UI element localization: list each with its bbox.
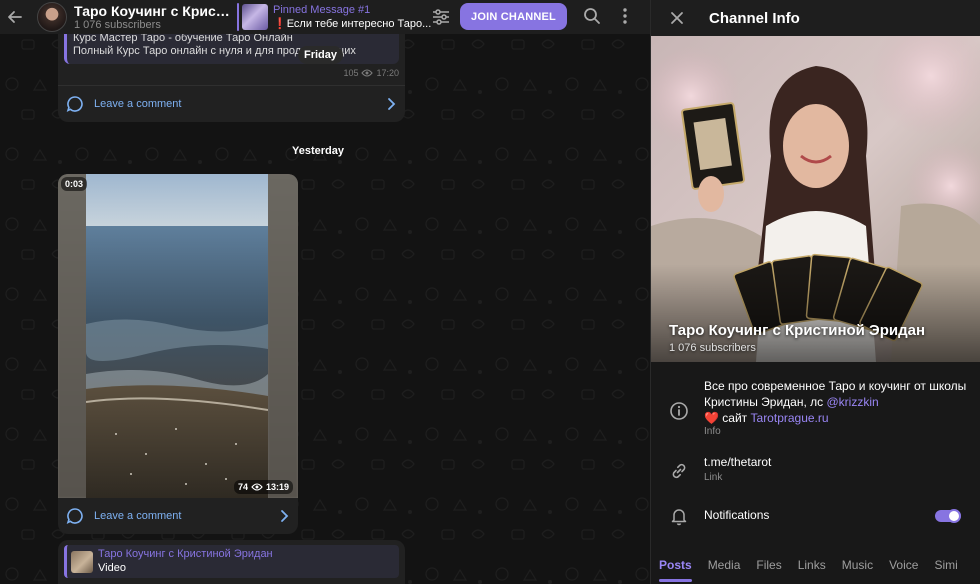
channel-info-panel: Channel Info Таро Коучинг с Кристиной Эр…	[650, 0, 980, 584]
channel-photo[interactable]: Таро Коучинг с Кристиной Эридан 1 076 su…	[651, 36, 980, 362]
leave-comment-button[interactable]: Leave a comment	[58, 498, 298, 534]
about-handle-link[interactable]: @krizzkin	[826, 395, 878, 409]
video-player[interactable]: 0:03 74 13:19	[58, 174, 298, 498]
video-meta: 74 13:19	[234, 480, 294, 494]
tab-similar[interactable]: Simi	[926, 545, 965, 584]
about-label: Info	[704, 426, 721, 437]
join-channel-button[interactable]: JOIN CHANNEL	[460, 3, 567, 30]
date-separator: Yesterday	[292, 145, 344, 157]
about-row[interactable]: Все про современное Таро и коучинг от шк…	[651, 370, 980, 440]
forwarded-quote[interactable]: Таро Коучинг с Кристиной Эридан Video	[64, 545, 399, 578]
channel-avatar[interactable]	[37, 2, 67, 32]
message-meta: 105 17:20	[343, 68, 399, 78]
message-time: 17:20	[376, 68, 399, 78]
media-tabs: Posts Media Files Links Music Voice Simi	[651, 545, 980, 584]
eye-icon	[361, 69, 374, 77]
link-preview[interactable]: Курс Мастер Таро - обучение Таро Онлайн …	[64, 30, 399, 64]
pinned-indicator	[237, 3, 239, 31]
comment-icon	[66, 508, 83, 525]
floating-date-chip: Friday	[298, 46, 344, 64]
about-text: Все про современное Таро и коучинг от шк…	[704, 378, 972, 426]
channel-name: Таро Коучинг с Кристиной Эридан	[669, 322, 926, 339]
tab-voice[interactable]: Voice	[881, 545, 926, 584]
notifications-toggle[interactable]	[935, 509, 961, 523]
link-preview-description: Полный Курс Таро онлайн с нуля и для про…	[73, 45, 356, 57]
chat-area: Таро Коучинг с Кристи... 1 076 subscribe…	[0, 0, 650, 584]
channel-link: t.me/thetarot	[704, 455, 772, 469]
chevron-right-icon	[388, 98, 396, 110]
filter-icon[interactable]	[430, 6, 452, 28]
message-bubble[interactable]: Курс Мастер Таро - обучение Таро Онлайн …	[58, 30, 405, 122]
toggle-knob	[947, 509, 961, 523]
tab-posts[interactable]: Posts	[651, 545, 700, 584]
video-blur-left	[58, 174, 88, 498]
tab-media[interactable]: Media	[700, 545, 749, 584]
exclamation-icon: ❗	[273, 17, 287, 30]
comment-icon	[66, 96, 83, 113]
about-site-link[interactable]: Tarotprague.ru	[751, 411, 829, 425]
quote-thumbnail	[71, 550, 93, 573]
pinned-message[interactable]: Pinned Message #1 ❗Если тебе интересно Т…	[237, 2, 437, 32]
video-message[interactable]: 0:03 74 13:19 Leave a comment	[58, 174, 298, 534]
message-time: 13:19	[266, 482, 290, 492]
bell-icon	[671, 509, 687, 526]
channel-title-block[interactable]: Таро Коучинг с Кристи... 1 076 subscribe…	[74, 3, 234, 32]
view-count: 105	[343, 68, 359, 78]
link-label: Link	[704, 472, 723, 483]
info-icon	[670, 402, 688, 420]
leave-comment-label: Leave a comment	[94, 98, 182, 110]
pinned-text-block: Pinned Message #1 ❗Если тебе интересно Т…	[273, 4, 433, 31]
panel-header: Channel Info	[651, 0, 980, 36]
link-row[interactable]: t.me/thetarot Link	[651, 448, 980, 490]
link-icon	[672, 463, 686, 479]
notifications-label: Notifications	[704, 508, 770, 522]
leave-comment-label: Leave a comment	[94, 510, 182, 522]
close-icon[interactable]	[669, 10, 685, 26]
message-bubble[interactable]: Таро Коучинг с Кристиной Эридан Video	[58, 540, 405, 584]
pinned-preview: ❗Если тебе интересно Таро...	[273, 17, 433, 31]
quote-type: Video	[98, 562, 126, 574]
panel-title: Channel Info	[709, 9, 800, 27]
channel-title: Таро Коучинг с Кристи...	[74, 2, 234, 19]
subscriber-count: 1 076 subscribers	[74, 18, 161, 31]
quote-author: Таро Коучинг с Кристиной Эридан	[98, 548, 273, 560]
video-blur-right	[268, 174, 298, 498]
leave-comment-button[interactable]: Leave a comment	[58, 86, 405, 122]
back-button[interactable]	[2, 4, 28, 30]
tab-music[interactable]: Music	[834, 545, 881, 584]
tab-links[interactable]: Links	[790, 545, 834, 584]
channel-subscriber-count: 1 076 subscribers	[669, 342, 756, 354]
search-icon[interactable]	[582, 6, 602, 26]
chat-header: Таро Коучинг с Кристи... 1 076 subscribe…	[0, 0, 650, 34]
pinned-title: Pinned Message #1	[273, 3, 371, 16]
video-duration: 0:03	[61, 177, 88, 191]
more-vertical-icon[interactable]	[616, 6, 634, 26]
tab-files[interactable]: Files	[748, 545, 789, 584]
pinned-preview-text: Если тебе интересно Таро...	[286, 17, 432, 30]
arrow-left-icon	[8, 11, 22, 23]
quote-text-block: Таро Коучинг с Кристиной Эридан Video	[98, 548, 273, 575]
view-count: 74	[238, 482, 249, 492]
pinned-thumbnail	[242, 4, 268, 30]
notifications-row[interactable]: Notifications	[651, 503, 980, 529]
chevron-right-icon	[281, 510, 289, 522]
about-text-2: сайт	[722, 411, 748, 425]
heart-icon: ❤️	[704, 411, 719, 425]
eye-icon	[251, 483, 263, 491]
channel-photo-image	[651, 36, 980, 362]
video-thumbnail	[86, 174, 268, 498]
